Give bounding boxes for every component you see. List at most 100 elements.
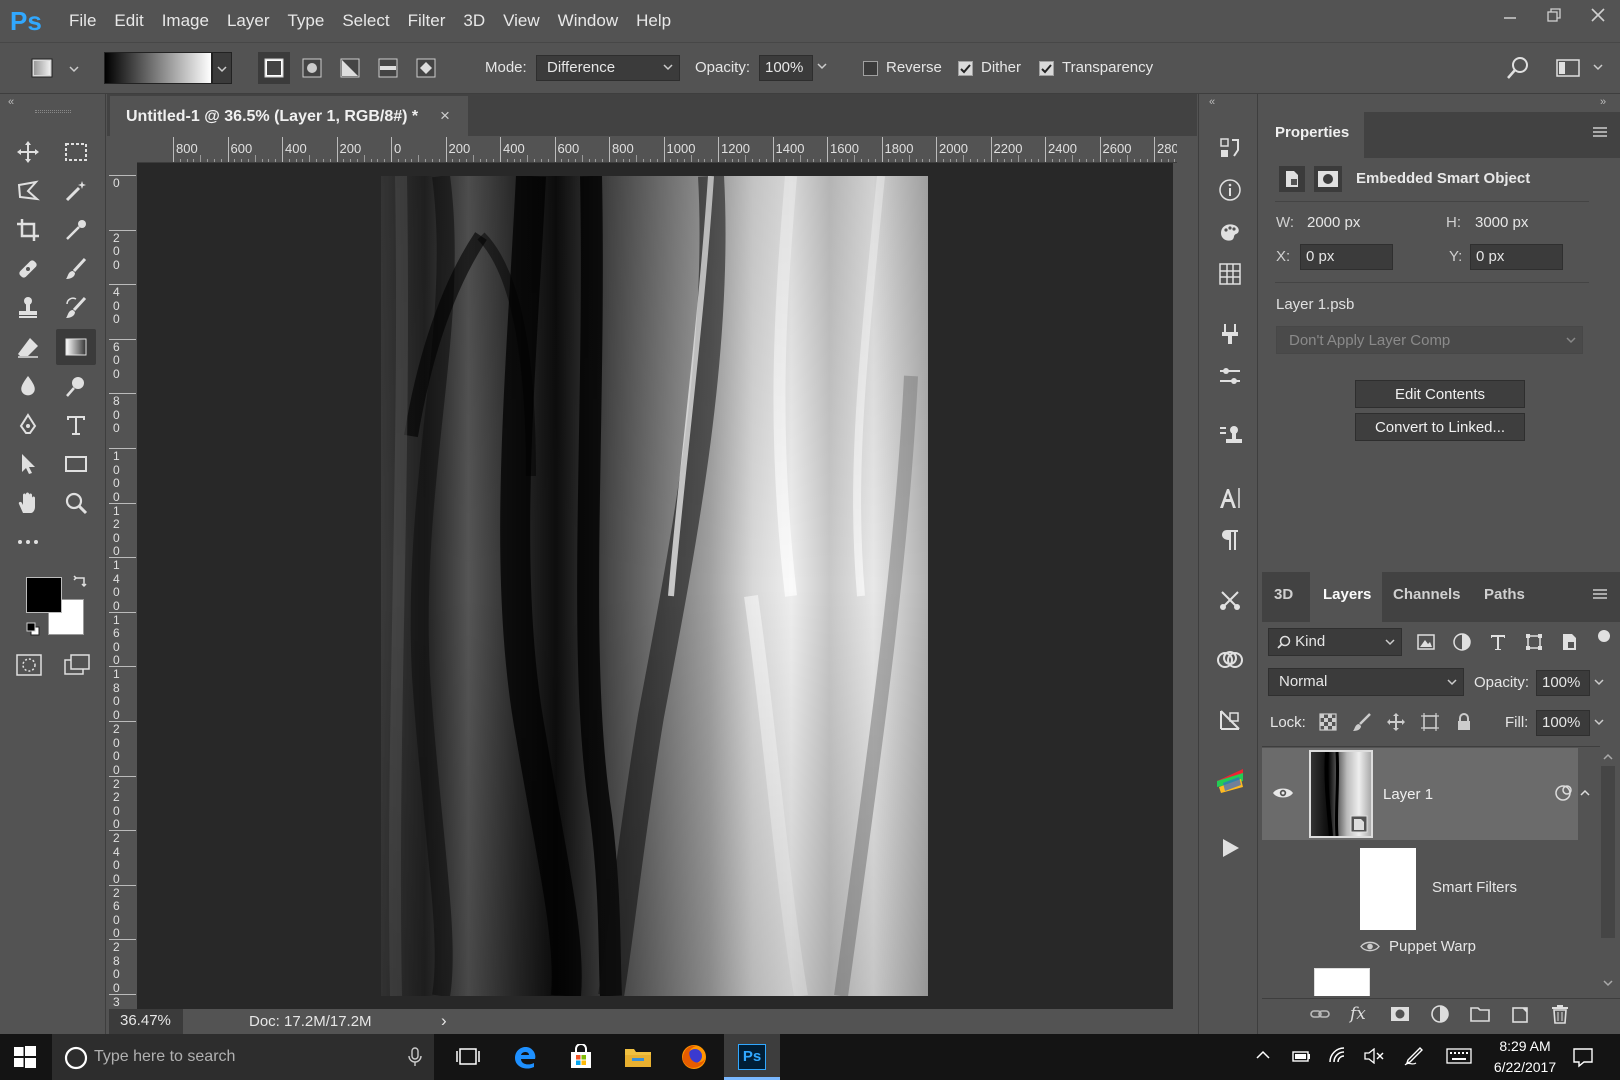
angle-gradient-icon[interactable] bbox=[334, 52, 366, 84]
tab-paths[interactable]: Paths bbox=[1484, 586, 1525, 603]
dodge-tool-icon[interactable] bbox=[56, 368, 96, 404]
collapse-toolbar-icon[interactable]: « bbox=[8, 96, 14, 108]
scroll-thumb[interactable] bbox=[1601, 766, 1615, 938]
filter-type-icon[interactable] bbox=[1488, 632, 1508, 652]
adjustments-panel-icon[interactable] bbox=[1210, 358, 1250, 394]
taskbar-date[interactable]: 6/22/2017 bbox=[1487, 1059, 1563, 1075]
paragraph-panel-icon[interactable] bbox=[1210, 522, 1250, 558]
quick-mask-icon[interactable] bbox=[16, 654, 42, 676]
clone-source-panel-icon[interactable] bbox=[1210, 418, 1250, 454]
filter-smart-object-icon[interactable] bbox=[1560, 632, 1580, 652]
move-tool-icon[interactable] bbox=[8, 134, 48, 170]
lock-transparent-pixels-icon[interactable] bbox=[1318, 712, 1338, 732]
blend-mode-dropdown[interactable]: Normal bbox=[1268, 668, 1464, 696]
menu-3d[interactable]: 3D bbox=[454, 11, 494, 31]
taskbar-search-box[interactable]: Type here to search bbox=[52, 1034, 434, 1080]
filter-shape-icon[interactable] bbox=[1524, 632, 1544, 652]
new-layer-icon[interactable] bbox=[1510, 1004, 1530, 1024]
vertical-ruler[interactable]: 0 2 0 0 4 0 0 6 0 0 8 0 0 1 0 0 01 2 0 01 4 0… bbox=[109, 163, 136, 1009]
menu-help[interactable]: Help bbox=[627, 11, 680, 31]
scroll-up-icon[interactable] bbox=[1603, 752, 1613, 760]
task-view-icon[interactable] bbox=[456, 1047, 480, 1067]
menu-image[interactable]: Image bbox=[153, 11, 218, 31]
close-window-button[interactable] bbox=[1576, 0, 1620, 30]
photoshop-taskbar-button[interactable]: Ps bbox=[724, 1034, 780, 1080]
blur-tool-icon[interactable] bbox=[8, 368, 48, 404]
dither-checkbox[interactable] bbox=[958, 61, 973, 76]
gradient-picker-dropdown[interactable] bbox=[212, 52, 232, 84]
ruler-origin[interactable] bbox=[109, 137, 137, 163]
x-field[interactable]: 0 px bbox=[1300, 244, 1393, 270]
foreground-color-swatch[interactable] bbox=[26, 577, 62, 613]
y-field[interactable]: 0 px bbox=[1470, 244, 1563, 270]
filter-toggle-switch[interactable] bbox=[1598, 630, 1610, 642]
brush-presets-panel-icon[interactable] bbox=[1210, 316, 1250, 352]
lock-artboard-icon[interactable] bbox=[1420, 712, 1440, 732]
gradient-preview[interactable] bbox=[104, 52, 212, 84]
clone-stamp-tool-icon[interactable] bbox=[8, 290, 48, 326]
collapse-strip-icon[interactable]: « bbox=[1209, 96, 1215, 108]
rectangle-tool-icon[interactable] bbox=[56, 446, 96, 482]
tool-preset-picker[interactable] bbox=[30, 57, 80, 81]
layers-panel-menu-icon[interactable] bbox=[1592, 588, 1608, 600]
swap-colors-icon[interactable] bbox=[73, 574, 89, 590]
menu-edit[interactable]: Edit bbox=[105, 11, 152, 31]
tab-channels[interactable]: Channels bbox=[1393, 586, 1461, 603]
filter-adjustment-icon[interactable] bbox=[1452, 632, 1472, 652]
default-colors-icon[interactable] bbox=[26, 622, 40, 636]
zoom-level-field[interactable]: 36.47% bbox=[109, 1009, 183, 1034]
opacity-field[interactable]: 100% bbox=[759, 55, 813, 81]
expand-panels-icon[interactable]: » bbox=[1600, 96, 1606, 108]
reflected-gradient-icon[interactable] bbox=[372, 52, 404, 84]
edge-browser-icon[interactable] bbox=[512, 1044, 538, 1070]
new-group-folder-icon[interactable] bbox=[1470, 1004, 1490, 1024]
show-hidden-icons-chevron-icon[interactable] bbox=[1256, 1050, 1270, 1060]
convert-to-linked-button[interactable]: Convert to Linked... bbox=[1355, 413, 1525, 441]
menu-type[interactable]: Type bbox=[278, 11, 333, 31]
lasso-tool-icon[interactable] bbox=[8, 173, 48, 209]
history-panel-icon[interactable] bbox=[1210, 130, 1250, 166]
scroll-down-icon[interactable] bbox=[1603, 980, 1613, 988]
menu-layer[interactable]: Layer bbox=[218, 11, 279, 31]
menu-window[interactable]: Window bbox=[549, 11, 627, 31]
new-adjustment-layer-icon[interactable] bbox=[1430, 1004, 1450, 1024]
character-panel-icon[interactable] bbox=[1210, 480, 1250, 516]
gradient-tool-icon[interactable] bbox=[56, 329, 96, 365]
properties-tab[interactable]: Properties bbox=[1275, 124, 1349, 141]
info-panel-icon[interactable] bbox=[1210, 172, 1250, 208]
lock-image-pixels-icon[interactable] bbox=[1352, 712, 1372, 732]
tab-3d[interactable]: 3D bbox=[1274, 586, 1293, 603]
brush-tool-icon[interactable] bbox=[56, 251, 96, 287]
fill-chevron-icon[interactable] bbox=[1592, 717, 1606, 729]
horizontal-ruler[interactable]: 800 600 400 200 0 200 400 600 800 1000 1200 1400 160… bbox=[137, 137, 1177, 163]
screen-mode-icon[interactable] bbox=[64, 654, 90, 676]
smart-filters-mask-thumbnail[interactable] bbox=[1360, 848, 1416, 930]
libraries-panel-icon[interactable] bbox=[1210, 642, 1250, 678]
panel-menu-icon[interactable] bbox=[1592, 126, 1608, 138]
lock-position-icon[interactable] bbox=[1386, 712, 1406, 732]
volume-muted-icon[interactable] bbox=[1364, 1048, 1384, 1064]
close-tab-icon[interactable]: × bbox=[440, 106, 450, 126]
tool-presets-panel-icon[interactable] bbox=[1210, 582, 1250, 618]
microphone-icon[interactable] bbox=[408, 1047, 422, 1067]
windows-start-icon[interactable] bbox=[14, 1046, 36, 1068]
tab-layers[interactable]: Layers bbox=[1323, 586, 1371, 603]
delete-layer-trash-icon[interactable] bbox=[1550, 1004, 1570, 1024]
link-layers-icon[interactable] bbox=[1310, 1004, 1330, 1024]
workspace-switcher-icon[interactable] bbox=[1556, 57, 1606, 79]
file-explorer-icon[interactable] bbox=[624, 1045, 652, 1069]
store-icon[interactable] bbox=[568, 1044, 594, 1070]
minimize-button[interactable] bbox=[1488, 0, 1532, 30]
reverse-checkbox[interactable] bbox=[863, 61, 878, 76]
zoom-tool-icon[interactable] bbox=[56, 485, 96, 521]
swatches-panel-icon[interactable] bbox=[1210, 256, 1250, 292]
background-layer-thumbnail[interactable] bbox=[1314, 968, 1370, 996]
smart-filter-badge-icon[interactable] bbox=[1554, 784, 1574, 802]
eraser-tool-icon[interactable] bbox=[8, 329, 48, 365]
menu-filter[interactable]: Filter bbox=[399, 11, 455, 31]
lock-all-icon[interactable] bbox=[1454, 712, 1474, 732]
measurement-panel-icon[interactable] bbox=[1210, 702, 1250, 738]
diamond-gradient-icon[interactable] bbox=[410, 52, 442, 84]
eyedropper-tool-icon[interactable] bbox=[56, 212, 96, 248]
wifi-icon[interactable] bbox=[1328, 1046, 1348, 1066]
